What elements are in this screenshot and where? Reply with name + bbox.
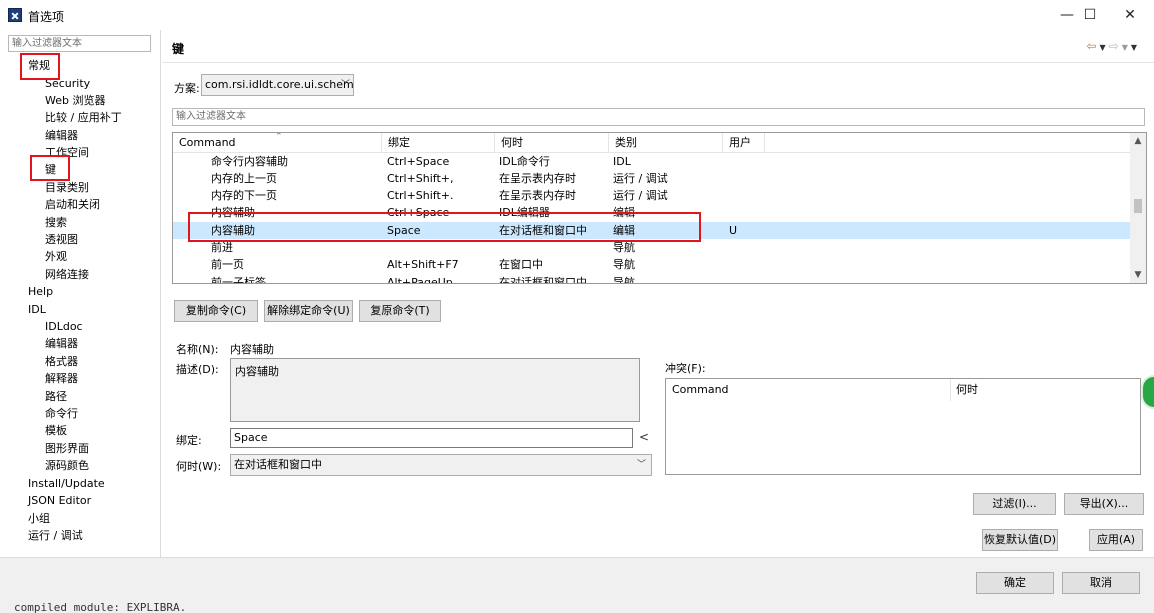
- scheme-value: com.rsi.idldt.core.ui.schem: [205, 78, 354, 91]
- scroll-up-icon[interactable]: ▲: [1130, 133, 1146, 149]
- preferences-tree: 输入过滤器文本 常规 Security Web 浏览器 比较 / 应用补丁 编辑…: [0, 30, 161, 557]
- tree-item-content-types[interactable]: 目录类别: [45, 179, 89, 196]
- restore-defaults-button[interactable]: 恢复默认值(D): [982, 529, 1058, 551]
- tree-item-templates[interactable]: 模板: [45, 422, 67, 439]
- page-title: 键: [172, 42, 185, 56]
- tree-item-workspace[interactable]: 工作空间: [45, 144, 89, 161]
- keys-filter-input[interactable]: 输入过滤器文本: [172, 108, 1145, 126]
- tree-item-path[interactable]: 路径: [45, 388, 67, 405]
- table-header: Command ⌃ 绑定 何时 类别 用户: [173, 133, 1133, 153]
- tree-item-startup-shutdown[interactable]: 启动和关闭: [45, 196, 100, 213]
- floating-badge[interactable]: [1141, 375, 1154, 409]
- tree-item-general[interactable]: 常规: [28, 57, 50, 74]
- tree-item-idl-editor[interactable]: 编辑器: [45, 335, 78, 352]
- page-nav-toolbar: ⇦▼⇨▼▼: [1086, 39, 1140, 53]
- table-row[interactable]: 前一页 Alt+Shift+F7 在窗口中 导航: [173, 256, 1131, 273]
- when-label: 何时(W):: [176, 460, 222, 473]
- tree-item-idl[interactable]: IDL: [28, 301, 46, 318]
- table-row[interactable]: 前进 导航: [173, 239, 1131, 256]
- tree-item-security[interactable]: Security: [45, 75, 90, 92]
- scheme-label: 方案:: [174, 82, 200, 95]
- column-header-category[interactable]: 类别: [609, 133, 723, 153]
- table-row[interactable]: 内存的上一页 Ctrl+Shift+, 在呈示表内存时 运行 / 调试: [173, 170, 1131, 187]
- tree-item-install-update[interactable]: Install/Update: [28, 475, 105, 492]
- table-scrollbar[interactable]: ▲ ▼: [1130, 133, 1146, 283]
- table-row[interactable]: 内存的下一页 Ctrl+Shift+. 在呈示表内存时 运行 / 调试: [173, 187, 1131, 204]
- page-header: 键 ⇦▼⇨▼▼: [162, 30, 1154, 63]
- binding-input[interactable]: Space: [230, 428, 633, 448]
- view-menu-icon[interactable]: ▼: [1131, 43, 1140, 52]
- background-console-text: compiled module: EXPLIBRA.: [14, 603, 187, 613]
- description-field[interactable]: 内容辅助: [230, 358, 640, 422]
- conflicts-label: 冲突(F):: [665, 362, 706, 375]
- description-value: 内容辅助: [235, 365, 279, 378]
- tree-item-interpreter[interactable]: 解释器: [45, 370, 78, 387]
- table-row[interactable]: 内容辅助 Ctrl+Space IDL编辑器 编辑: [173, 204, 1131, 221]
- cancel-button[interactable]: 取消: [1062, 572, 1140, 594]
- title-bar: 首选项 — ☐ ✕: [0, 0, 1154, 30]
- binding-menu-arrow-icon[interactable]: <: [639, 430, 649, 444]
- tree-item-idldoc[interactable]: IDLdoc: [45, 318, 83, 335]
- binding-label: 绑定:: [176, 434, 202, 447]
- filter-button[interactable]: 过滤(I)...: [973, 493, 1056, 515]
- sort-ascending-icon: ⌃: [275, 132, 283, 142]
- chevron-down-icon[interactable]: ▼: [1122, 43, 1131, 52]
- eclipse-app-icon: [8, 8, 22, 22]
- keys-page: 键 ⇦▼⇨▼▼ 方案: com.rsi.idldt.core.ui.schem …: [162, 30, 1154, 557]
- tree-item-compare-patch[interactable]: 比较 / 应用补丁: [45, 109, 122, 126]
- tree-filter-input[interactable]: 输入过滤器文本: [8, 35, 151, 52]
- back-arrow-icon[interactable]: ⇦: [1086, 39, 1099, 53]
- conflicts-header-command[interactable]: Command: [666, 379, 729, 401]
- name-label: 名称(N):: [176, 343, 219, 356]
- copy-command-button[interactable]: 复制命令(C): [174, 300, 258, 322]
- forward-arrow-icon[interactable]: ⇨: [1109, 39, 1122, 53]
- key-bindings-table[interactable]: Command ⌃ 绑定 何时 类别 用户 命令行内容辅助 Ctrl+Space …: [172, 132, 1147, 284]
- restore-command-button[interactable]: 复原命令(T): [359, 300, 441, 322]
- chevron-down-icon: ﹀: [340, 80, 350, 90]
- tree-item-search[interactable]: 搜索: [45, 214, 67, 231]
- tree-item-team[interactable]: 小组: [28, 510, 50, 527]
- scroll-down-icon[interactable]: ▼: [1130, 267, 1146, 283]
- window-title: 首选项: [28, 10, 65, 24]
- chevron-down-icon: ﹀: [636, 460, 646, 470]
- tree-item-perspectives[interactable]: 透视图: [45, 231, 78, 248]
- ok-button[interactable]: 确定: [976, 572, 1054, 594]
- table-row[interactable]: 命令行内容辅助 Ctrl+Space IDL命令行 IDL: [173, 153, 1131, 170]
- conflicts-table[interactable]: Command 何时: [665, 378, 1141, 475]
- tree-item-editors[interactable]: 编辑器: [45, 127, 78, 144]
- export-button[interactable]: 导出(X)...: [1064, 493, 1144, 515]
- unbind-command-button[interactable]: 解除绑定命令(U): [264, 300, 353, 322]
- tree-item-keys[interactable]: 键: [45, 161, 56, 178]
- tree-item-web-browser[interactable]: Web 浏览器: [45, 92, 105, 109]
- when-select[interactable]: 在对话框和窗口中 ﹀: [230, 454, 652, 476]
- apply-button[interactable]: 应用(A): [1089, 529, 1143, 551]
- scheme-select[interactable]: com.rsi.idldt.core.ui.schem ﹀: [201, 74, 354, 96]
- column-header-user[interactable]: 用户: [723, 133, 765, 153]
- tree-item-json-editor[interactable]: JSON Editor: [28, 492, 91, 509]
- tree-item-help[interactable]: Help: [28, 283, 53, 300]
- close-button[interactable]: ✕: [1107, 0, 1153, 30]
- name-value: 内容辅助: [230, 343, 274, 356]
- scrollbar-thumb[interactable]: [1134, 199, 1142, 213]
- when-value: 在对话框和窗口中: [234, 458, 322, 471]
- column-header-command[interactable]: Command ⌃: [173, 133, 382, 153]
- tree-item-command-line[interactable]: 命令行: [45, 405, 78, 422]
- tree-item-appearance[interactable]: 外观: [45, 248, 67, 265]
- column-header-binding[interactable]: 绑定: [382, 133, 495, 153]
- column-header-when[interactable]: 何时: [495, 133, 609, 153]
- tree-item-formatter[interactable]: 格式器: [45, 353, 78, 370]
- description-label: 描述(D):: [176, 363, 219, 376]
- conflicts-header-when[interactable]: 何时: [950, 379, 978, 401]
- chevron-down-icon[interactable]: ▼: [1099, 43, 1108, 52]
- tree-item-gui[interactable]: 图形界面: [45, 440, 89, 457]
- tree-item-network[interactable]: 网络连接: [45, 266, 89, 283]
- table-row-selected[interactable]: 内容辅助 Space 在对话框和窗口中 编辑 U: [173, 222, 1131, 239]
- table-row[interactable]: 前一子标签 Alt+PageUp 在对话框和窗口中 导航: [173, 274, 1131, 283]
- tree-item-run-debug[interactable]: 运行 / 调试: [28, 527, 83, 544]
- tree-item-source-colors[interactable]: 源码颜色: [45, 457, 89, 474]
